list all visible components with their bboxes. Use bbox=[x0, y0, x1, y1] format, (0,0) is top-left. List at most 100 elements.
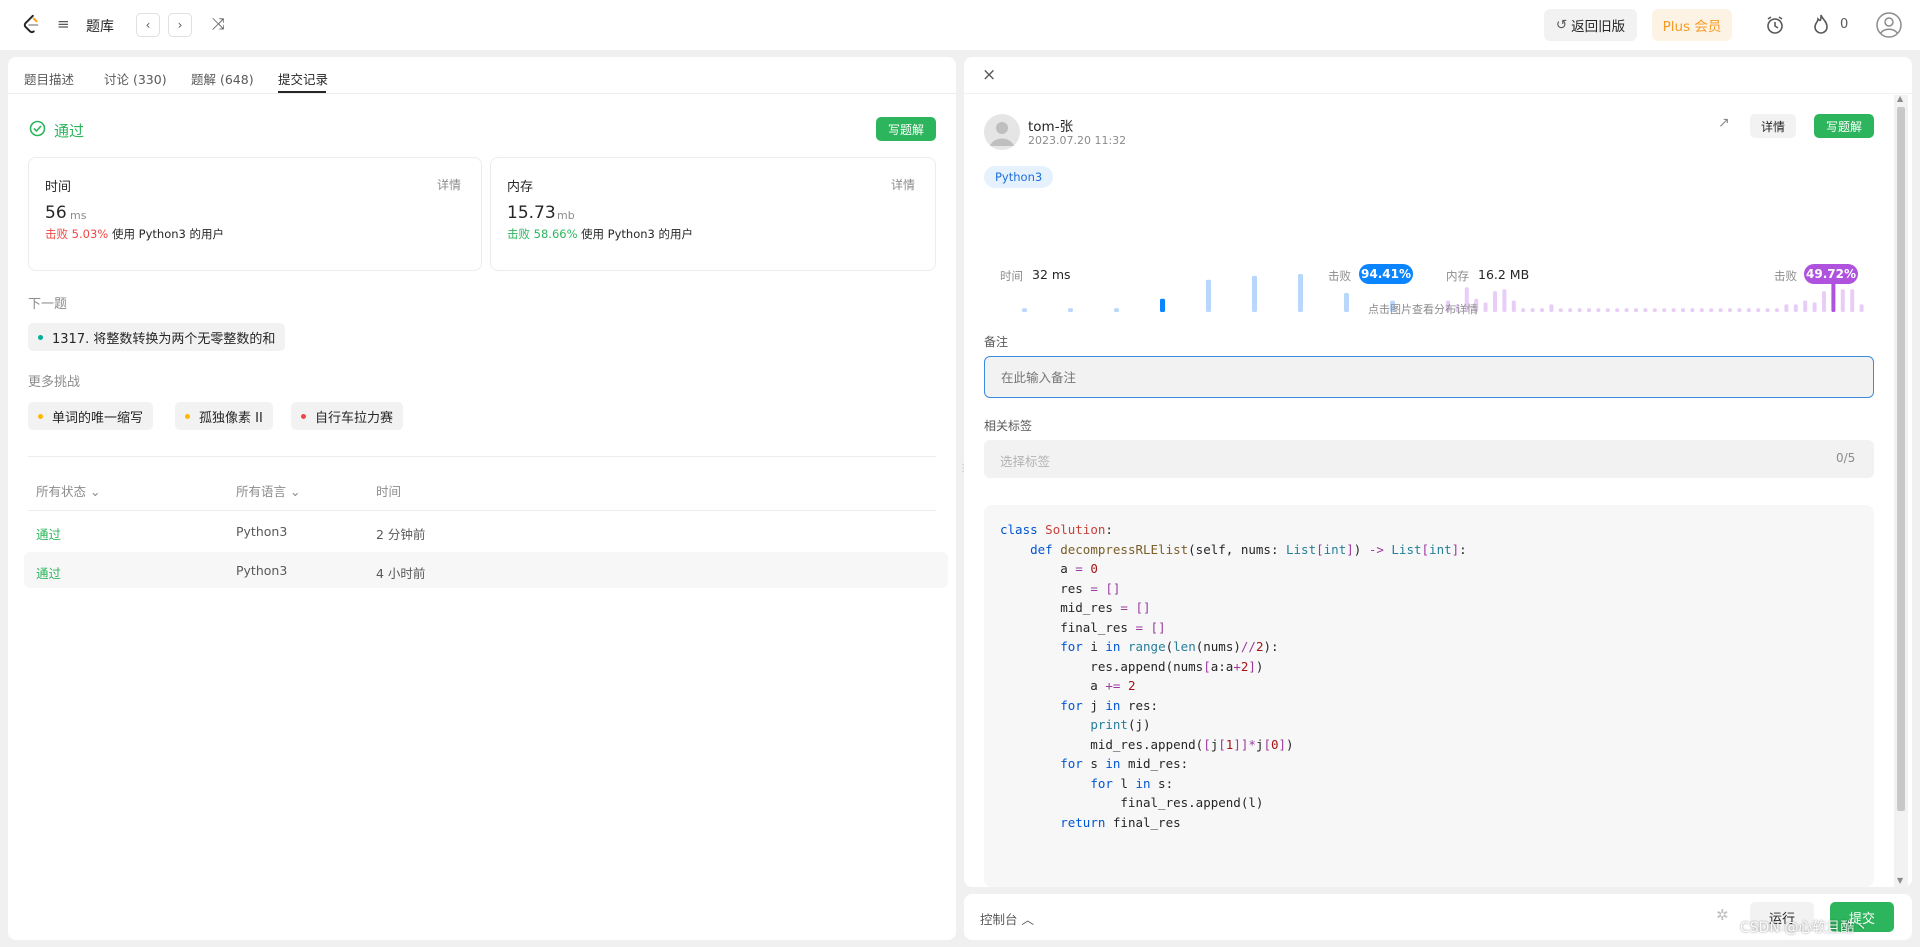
row-time: 4 小时前 bbox=[376, 566, 426, 581]
runtime-value: 56 bbox=[45, 203, 67, 223]
header-divider bbox=[964, 93, 1912, 94]
prev-problem-button[interactable]: ‹ bbox=[136, 13, 160, 37]
chevron-down-icon: ⌄ bbox=[90, 484, 101, 499]
scroll-down-icon[interactable]: ▼ bbox=[1897, 876, 1903, 885]
challenge-chip[interactable]: 孤独像素 II bbox=[175, 402, 273, 430]
problem-list-icon[interactable]: ≡ bbox=[57, 15, 70, 33]
distribution-bar bbox=[1784, 304, 1789, 312]
console-toggle[interactable]: 控制台 ︿ bbox=[980, 909, 1034, 928]
memory-beat-label: 击败 bbox=[1774, 269, 1797, 283]
scrollbar[interactable]: ▲ ▼ bbox=[1894, 94, 1908, 887]
table-row[interactable]: 通过 Python3 2 分钟前 bbox=[28, 513, 948, 549]
distribution-bar bbox=[1775, 308, 1779, 312]
history-icon: ↺ bbox=[1555, 17, 1568, 33]
right-panel: × tom-张 2023.07.20 11:32 ↗ 详情 写题解 Python… bbox=[964, 57, 1912, 887]
share-icon[interactable]: ↗ bbox=[1718, 115, 1730, 131]
shuffle-icon[interactable]: ⤨ bbox=[212, 14, 225, 34]
distribution-bar bbox=[1521, 308, 1526, 312]
close-icon[interactable]: × bbox=[982, 65, 996, 85]
challenge-chip[interactable]: 单词的唯一缩写 bbox=[28, 402, 154, 430]
row-status[interactable]: 通过 bbox=[36, 563, 61, 582]
next-problem-title: 1317. 将整数转换为两个无零整数的和 bbox=[52, 331, 276, 347]
table-row[interactable]: 通过 Python3 4 小时前 bbox=[24, 552, 948, 588]
alarm-clock-icon[interactable] bbox=[1764, 14, 1786, 36]
language-filter-label: 所有语言 bbox=[236, 484, 287, 499]
distribution-bar bbox=[1587, 308, 1591, 312]
leetcode-logo[interactable] bbox=[20, 14, 42, 36]
scrollbar-thumb[interactable] bbox=[1897, 107, 1905, 811]
runtime-beat-badge: 94.41% bbox=[1359, 264, 1413, 284]
distribution-bar bbox=[1114, 308, 1119, 312]
distribution-bar bbox=[1568, 308, 1573, 312]
detail-button[interactable]: 详情 bbox=[1750, 114, 1796, 138]
distribution-bar bbox=[1859, 304, 1864, 312]
difficulty-dot bbox=[38, 413, 43, 419]
distribution-bar bbox=[1746, 308, 1751, 312]
tabs-divider bbox=[8, 93, 956, 94]
next-problem-button[interactable]: › bbox=[168, 13, 192, 37]
memory-value: 16.2 MB bbox=[1478, 267, 1530, 282]
memory-beat-suffix: 使用 Python3 的用户 bbox=[581, 227, 693, 241]
distribution-bar bbox=[1634, 308, 1638, 312]
check-circle-icon bbox=[29, 120, 46, 137]
language-tag: Python3 bbox=[984, 166, 1054, 188]
challenge-title: 单词的唯一缩写 bbox=[52, 410, 144, 426]
language-filter[interactable]: 所有语言 ⌄ bbox=[236, 481, 300, 500]
challenge-chip[interactable]: 自行车拉力赛 bbox=[291, 402, 404, 430]
write-solution-button[interactable]: 写题解 bbox=[1814, 114, 1874, 138]
runtime-unit: ms bbox=[70, 209, 87, 222]
distribution-bar bbox=[1558, 308, 1563, 312]
tags-select[interactable]: 选择标签 0/5 bbox=[984, 440, 1874, 478]
distribution-bar bbox=[1681, 308, 1685, 312]
distribution-bar bbox=[1511, 300, 1516, 312]
scroll-up-icon[interactable]: ▲ bbox=[1897, 94, 1903, 103]
runtime-detail-link[interactable]: 详情 bbox=[437, 176, 461, 193]
user-avatar-icon[interactable] bbox=[1876, 12, 1902, 38]
console-label: 控制台 bbox=[980, 912, 1018, 927]
username[interactable]: tom-张 bbox=[1028, 115, 1073, 135]
row-status[interactable]: 通过 bbox=[36, 524, 61, 543]
tab-solutions[interactable]: 题解 (648) bbox=[191, 69, 254, 88]
distribution-bar bbox=[1718, 308, 1723, 312]
row-time: 2 分钟前 bbox=[376, 527, 426, 542]
memory-detail-link[interactable]: 详情 bbox=[891, 176, 915, 193]
next-problem-chip[interactable]: 1317. 将整数转换为两个无零整数的和 bbox=[28, 323, 286, 351]
memory-card: 内存 详情 15.73 mb 击败 58.66% 使用 Python3 的用户 bbox=[490, 157, 936, 271]
distribution-bar bbox=[1615, 308, 1620, 312]
runtime-label: 时间 bbox=[1000, 269, 1023, 283]
memory-title: 内存 bbox=[507, 180, 534, 195]
memory-distribution-chart[interactable] bbox=[1442, 207, 1872, 317]
plus-member-button[interactable]: Plus 会员 bbox=[1652, 9, 1732, 41]
section-divider bbox=[28, 456, 936, 457]
back-old-version-button[interactable]: ↺ 返回旧版 bbox=[1544, 9, 1637, 41]
bug-icon[interactable]: ✲ bbox=[1716, 906, 1729, 924]
left-panel: 题目描述 讨论 (330) 题解 (648) 提交记录 通过 写题解 时间 详情… bbox=[8, 57, 956, 940]
code-block: class Solution: def decompressRLElist(se… bbox=[984, 505, 1874, 887]
status-filter[interactable]: 所有状态 ⌄ bbox=[36, 481, 100, 500]
distribution-hint: 点击图片查看分布详情 bbox=[1368, 303, 1478, 316]
distribution-bar bbox=[1803, 300, 1808, 312]
distribution-bar bbox=[1068, 308, 1073, 312]
plus-label: Plus 会员 bbox=[1662, 19, 1722, 35]
chevron-left-icon: ‹ bbox=[145, 18, 151, 32]
distribution-bar bbox=[1812, 302, 1817, 312]
memory-beat: 击败 58.66% bbox=[507, 227, 578, 241]
flame-icon[interactable] bbox=[1812, 13, 1830, 35]
distribution-bar bbox=[1793, 304, 1798, 312]
distribution-bar bbox=[1662, 308, 1667, 312]
panel-resize-handle[interactable]: ⋮ bbox=[958, 464, 968, 484]
tab-submissions[interactable]: 提交记录 bbox=[278, 69, 328, 88]
runtime-distribution-chart[interactable] bbox=[984, 207, 1422, 317]
write-solution-button[interactable]: 写题解 bbox=[876, 117, 936, 141]
tab-description[interactable]: 题目描述 bbox=[24, 69, 74, 88]
distribution-bar bbox=[1652, 308, 1657, 312]
problemset-link[interactable]: 题库 bbox=[86, 16, 114, 36]
distribution-bar bbox=[1728, 308, 1732, 312]
tab-discussion[interactable]: 讨论 (330) bbox=[104, 69, 167, 88]
distribution-bar bbox=[1822, 291, 1826, 312]
distribution-bar bbox=[1502, 289, 1507, 312]
note-input[interactable] bbox=[984, 356, 1874, 398]
difficulty-dot bbox=[185, 413, 190, 419]
distribution-bar bbox=[1160, 298, 1165, 312]
distribution-bar bbox=[1737, 308, 1742, 312]
